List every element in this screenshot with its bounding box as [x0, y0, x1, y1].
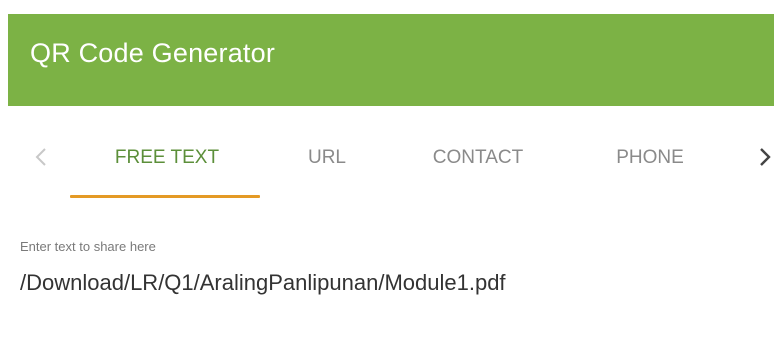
chevron-left-icon — [35, 147, 47, 167]
tabs-next-button[interactable] — [750, 142, 774, 172]
tab-bar: FREE TEXT URL CONTACT PHONE — [8, 106, 774, 202]
share-text-input[interactable] — [20, 270, 760, 296]
qr-generator-page: QR Code Generator FREE TEXT URL CONTACT … — [0, 0, 774, 353]
tab-free-text[interactable]: FREE TEXT — [74, 146, 260, 170]
text-field-label: Enter text to share here — [20, 239, 156, 254]
tab-url[interactable]: URL — [297, 146, 357, 170]
app-title: QR Code Generator — [30, 38, 276, 68]
tabs-prev-button[interactable] — [26, 142, 56, 172]
active-tab-indicator — [70, 195, 260, 198]
tab-phone[interactable]: PHONE — [599, 146, 701, 170]
app-header: QR Code Generator — [8, 14, 774, 106]
tab-contact[interactable]: CONTACT — [416, 146, 540, 170]
chevron-right-icon — [759, 147, 771, 167]
